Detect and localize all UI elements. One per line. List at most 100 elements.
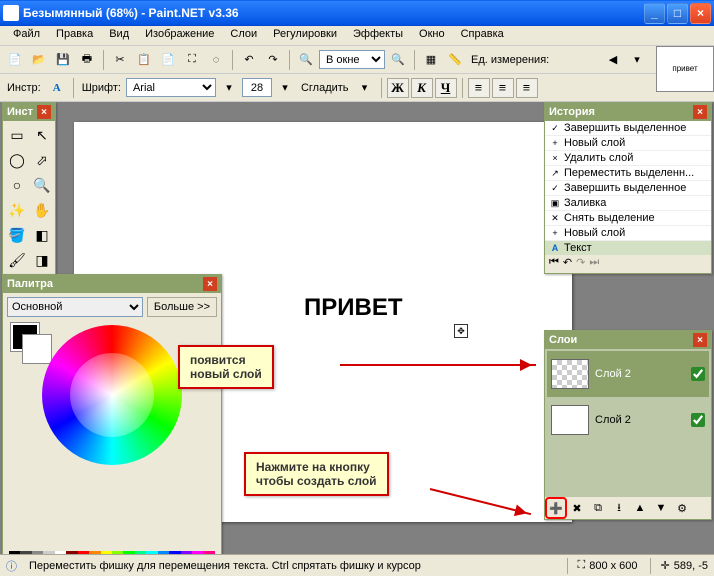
open-file-icon[interactable]: 📂 [28,49,50,71]
history-item: ×Удалить слой [545,151,711,166]
doc-size-icon: ⛶ [578,559,586,572]
font-size-input[interactable] [242,78,272,97]
history-first-icon[interactable]: ⏮ [549,256,559,272]
history-last-icon[interactable]: ⏭ [589,256,599,272]
menu-window[interactable]: Окно [411,26,453,45]
bold-button[interactable]: Ж [387,78,409,98]
menu-layers[interactable]: Слои [222,26,265,45]
eraser-tool[interactable]: ◨ [30,248,54,272]
text-move-handle[interactable]: ✥ [454,324,468,338]
layer-row[interactable]: Слой 2 [547,397,709,443]
instrument-label: Инстр: [7,82,41,94]
save-icon[interactable]: 💾 [52,49,74,71]
doc-thumbnail[interactable]: привет [656,46,714,92]
menubar: Файл Правка Вид Изображение Слои Регулир… [0,26,714,46]
history-item: ▣Заливка [545,196,711,211]
brush-tool[interactable]: 🖌 [5,248,29,272]
layers-title: Слои [549,334,577,346]
redo-icon[interactable]: ↷ [262,49,284,71]
color-wheel[interactable] [42,325,182,465]
align-center-icon[interactable]: ≡ [492,78,514,98]
align-right-icon[interactable]: ≡ [516,78,538,98]
move-tool[interactable]: ↖ [30,123,54,147]
move-up-button[interactable]: ▲ [631,499,649,517]
deselect-icon[interactable]: ◌ [205,49,227,71]
move-down-button[interactable]: ▼ [652,499,670,517]
history-list[interactable]: ✓Завершить выделенное +Новый слой ×Удали… [545,121,711,255]
history-close-icon[interactable]: × [693,105,707,119]
minimize-button[interactable]: _ [644,3,665,24]
history-next-icon[interactable]: ↷ [576,256,585,272]
grid-icon[interactable]: ▦ [420,49,442,71]
menu-help[interactable]: Справка [453,26,512,45]
app-icon [3,5,19,21]
menu-image[interactable]: Изображение [137,26,222,45]
maximize-button[interactable]: □ [667,3,688,24]
window-title: Безымянный (68%) - Paint.NET v3.36 [23,6,644,20]
zoom-icon[interactable]: 🔍 [295,49,317,71]
menu-adjustments[interactable]: Регулировки [265,26,345,45]
history-item: ↗Переместить выделенн... [545,166,711,181]
new-layer-button[interactable]: ➕ [547,499,565,517]
annotation-arrow [340,364,536,366]
underline-button[interactable]: Ч [435,78,457,98]
menu-view[interactable]: Вид [101,26,137,45]
ruler-icon[interactable]: 📏 [444,49,466,71]
nav-prev-icon[interactable]: ◀ [602,49,624,71]
close-button[interactable]: × [690,3,711,24]
color-mode-combo[interactable]: Основной [7,297,143,317]
history-item: ✓Завершить выделенное [545,181,711,196]
secondary-color-swatch[interactable] [23,335,51,363]
tools-close-icon[interactable]: × [37,105,51,119]
delete-layer-button[interactable]: ✖ [568,499,586,517]
layer-properties-button[interactable]: ⚙ [673,499,691,517]
menu-file[interactable]: Файл [5,26,48,45]
history-title: История [549,106,595,118]
print-icon[interactable]: 🖶 [76,49,98,71]
annotation-callout: появится новый слой [178,345,274,389]
text-tool-icon[interactable]: A [46,77,68,99]
info-icon: ⓘ [6,558,17,574]
size-dropdown-icon[interactable]: ▾ [274,77,296,99]
tools-title: Инст [7,106,33,118]
history-item: ✕Снять выделение [545,211,711,226]
undo-icon[interactable]: ↶ [238,49,260,71]
menu-effects[interactable]: Эффекты [345,26,411,45]
font-label: Шрифт: [82,82,121,94]
layer-visible-checkbox[interactable] [691,367,705,381]
align-left-icon[interactable]: ≡ [468,78,490,98]
zoom-tool[interactable]: 🔍 [30,173,54,197]
pan-tool[interactable]: ✋ [30,198,54,222]
ellipse-select-tool[interactable]: ○ [5,173,29,197]
move-selection-tool[interactable]: ⬀ [30,148,54,172]
palette-close-icon[interactable]: × [203,277,217,291]
font-dropdown-icon[interactable]: ▾ [218,77,240,99]
zoom-combo[interactable]: В окне [319,50,385,69]
zoom-out-icon[interactable]: 🔍 [387,49,409,71]
bucket-tool[interactable]: 🪣 [5,223,29,247]
rect-select-tool[interactable]: ▭ [5,123,29,147]
toolbar-main: 📄 📂 💾 🖶 ✂ 📋 📄 ⛶ ◌ ↶ ↷ 🔍 В окне 🔍 ▦ 📏 Ед.… [0,46,714,74]
italic-button[interactable]: К [411,78,433,98]
smooth-dropdown-icon[interactable]: ▾ [354,77,376,99]
layer-row[interactable]: Слой 2 [547,351,709,397]
more-button[interactable]: Больше >> [147,297,217,317]
gradient-tool[interactable]: ◧ [30,223,54,247]
layers-close-icon[interactable]: × [693,333,707,347]
new-file-icon[interactable]: 📄 [4,49,26,71]
layer-visible-checkbox[interactable] [691,413,705,427]
units-label: Ед. измерения: [471,54,549,66]
paste-icon[interactable]: 📄 [157,49,179,71]
menu-edit[interactable]: Правка [48,26,101,45]
font-combo[interactable]: Arial [126,78,216,97]
merge-down-button[interactable]: ⭳ [610,499,628,517]
copy-icon[interactable]: 📋 [133,49,155,71]
nav-dropdown-icon[interactable]: ▾ [626,49,648,71]
history-prev-icon[interactable]: ↶ [563,256,572,272]
crop-icon[interactable]: ⛶ [181,49,203,71]
palette-title: Палитра [7,278,53,290]
cut-icon[interactable]: ✂ [109,49,131,71]
lasso-tool[interactable]: ◯ [5,148,29,172]
wand-tool[interactable]: ✨ [5,198,29,222]
duplicate-layer-button[interactable]: ⧉ [589,499,607,517]
